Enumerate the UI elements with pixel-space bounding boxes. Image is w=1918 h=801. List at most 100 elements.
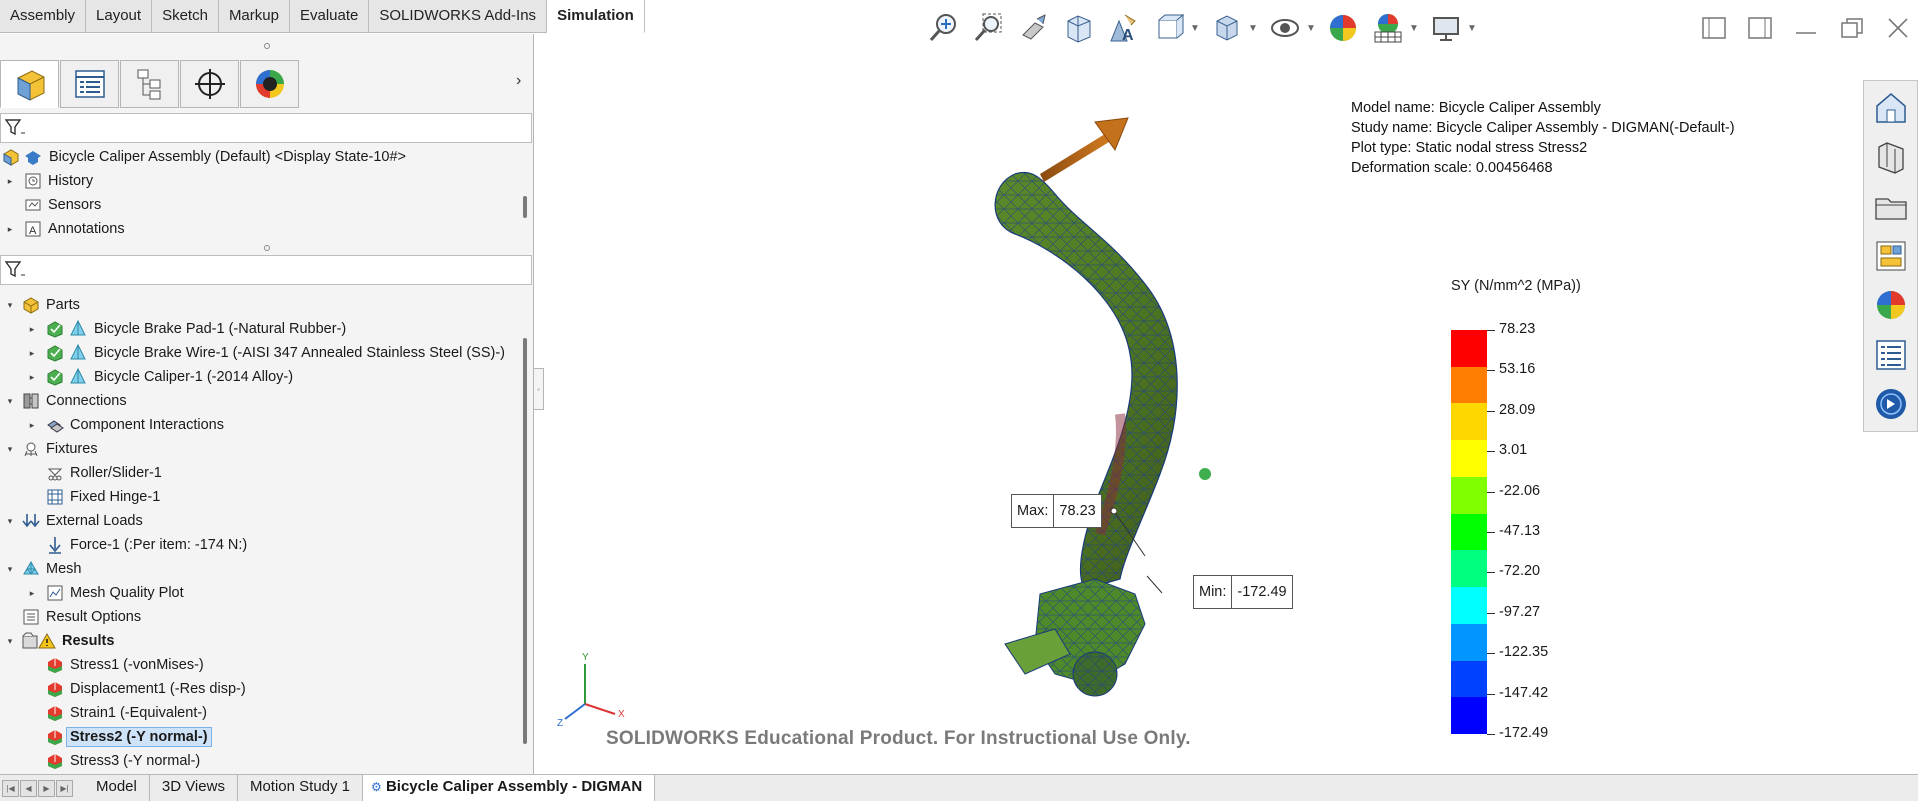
tree-node-fixed-hinge[interactable]: Fixed Hinge-1 [0,485,520,509]
panel-splitter-middle[interactable] [0,242,534,254]
tree-node-annotations[interactable]: ▸ A Annotations [0,217,520,241]
next-tab-icon[interactable]: ▶ [38,779,55,797]
sensors-icon [24,196,42,214]
collapse-arrow-icon[interactable]: ▾ [5,300,15,310]
tree-node-results[interactable]: ▾ Results [0,629,520,653]
panel-splitter-top[interactable] [0,40,534,52]
filter-icon[interactable] [4,260,27,281]
max-probe[interactable]: Max: 78.23 [1011,494,1102,528]
expand-arrow-icon[interactable]: ▸ [5,176,15,186]
collapse-arrow-icon[interactable]: ▾ [5,396,15,406]
legend-tick [1487,532,1495,533]
solidworks-forum-icon[interactable] [1869,382,1913,427]
tree-node-brake-wire[interactable]: ▸ Bicycle Brake Wire-1 (-AISI 347 Anneal… [0,341,520,365]
configuration-manager-icon[interactable] [120,60,179,108]
legend-tick [1487,612,1495,614]
force-arrow-icon [46,536,64,554]
result-options-icon [22,608,40,626]
collapse-arrow-icon[interactable]: ▾ [5,516,15,526]
legend-value-label: 28.09 [1499,401,1536,418]
tab-model[interactable]: Model [84,775,150,801]
expand-arrow-icon[interactable]: ▸ [27,588,37,598]
expand-arrow-icon[interactable]: ▸ [5,224,15,234]
material-check-icon [46,320,64,338]
min-probe[interactable]: Min: -172.49 [1193,575,1293,609]
tree-node-sensors[interactable]: Sensors [0,193,520,217]
tree-node-connections[interactable]: ▾ Connections [0,389,520,413]
tree-node-stress1[interactable]: Stress1 (-vonMises-) [0,653,520,677]
tree-node-external-loads[interactable]: ▾ External Loads [0,509,520,533]
svg-text:Y: Y [582,652,589,663]
tab-simulation-study[interactable]: ⚙ Bicycle Caliper Assembly - DIGMAN [363,775,656,801]
custom-properties-icon[interactable] [1869,332,1913,377]
collapse-arrow-icon[interactable]: ▾ [5,444,15,454]
feature-manager-tree-icon[interactable] [0,60,59,108]
tab-scroll-arrows: |◀ ◀ ▶ ▶| [2,779,74,797]
tree-node-result-options[interactable]: Result Options [0,605,520,629]
tree-node-mesh-quality-plot[interactable]: ▸ Mesh Quality Plot [0,581,520,605]
legend-band [1451,550,1487,588]
tab-3d-views[interactable]: 3D Views [150,775,238,801]
property-manager-icon[interactable] [60,60,119,108]
stress-color-legend[interactable] [1451,330,1487,735]
tree-node-stress3[interactable]: Stress3 (-Y normal-) [0,749,520,773]
expand-arrow-icon[interactable]: ▸ [27,324,37,334]
expand-panel-chevron-icon[interactable]: › [516,72,521,90]
view-palette-icon[interactable] [1869,233,1913,278]
tree-node-mesh[interactable]: ▾ Mesh [0,557,520,581]
first-tab-icon[interactable]: |◀ [2,779,19,797]
close-icon[interactable] [1878,8,1918,48]
tree-node-force[interactable]: Force-1 (:Per item: -174 N:) [0,533,520,557]
tab-sketch[interactable]: Sketch [152,0,219,33]
tab-layout[interactable]: Layout [86,0,153,33]
legend-value-label: -122.35 [1499,644,1549,661]
svg-text:X: X [618,709,625,720]
legend-band [1451,513,1487,551]
tab-solidworks-add-ins[interactable]: SOLIDWORKS Add-Ins [369,0,548,33]
legend-tick [1487,330,1495,331]
solidworks-resources-icon[interactable] [1869,85,1913,130]
appearances-icon[interactable] [1869,283,1913,328]
filter-icon[interactable] [4,118,27,139]
expand-arrow-icon[interactable]: ▸ [27,372,37,382]
caliper-arm-mesh [994,171,1211,697]
model-name: Model name: Bicycle Caliper Assembly [1351,100,1601,116]
material-check-icon [46,344,64,362]
collapse-arrow-icon[interactable]: ▾ [5,564,15,574]
roller-slider-icon [46,464,64,482]
expand-arrow-icon[interactable]: ▸ [27,420,37,430]
expand-arrow-icon[interactable]: ▸ [27,348,37,358]
tree-node-history[interactable]: ▸ History [0,169,520,193]
tab-motion-study-1[interactable]: Motion Study 1 [238,775,364,801]
file-explorer-icon[interactable] [1869,184,1913,229]
legend-tick [1487,693,1495,695]
legend-value-label: -172.49 [1499,725,1549,741]
tree-node-strain1[interactable]: Strain1 (-Equivalent-) [0,701,520,725]
last-tab-icon[interactable]: ▶| [56,779,73,797]
tab-evaluate[interactable]: Evaluate [290,0,370,33]
legend-band [1451,366,1487,404]
tree-node-caliper[interactable]: ▸ Bicycle Caliper-1 (-2014 Alloy-) [0,365,520,389]
tree-node-displacement1[interactable]: Displacement1 (-Res disp-) [0,677,520,701]
fixtures-icon [22,440,40,458]
filter-box-top[interactable] [0,113,532,143]
tree-node-fixtures[interactable]: ▾ Fixtures [0,437,520,461]
design-library-icon[interactable] [1869,134,1913,179]
tree-node-brake-pad[interactable]: ▸ Bicycle Brake Pad-1 (-Natural Rubber-) [0,317,520,341]
tree-node-assembly-root[interactable]: Bicycle Caliper Assembly (Default) <Disp… [0,145,520,169]
history-icon [24,172,42,190]
collapse-arrow-icon[interactable]: ▾ [5,636,15,646]
tree-node-stress2[interactable]: Stress2 (-Y normal-) [0,725,520,749]
tree-node-parts[interactable]: ▾ Parts [0,293,520,317]
tree-node-component-interactions[interactable]: ▸ Component Interactions [0,413,520,437]
dimxpert-manager-icon[interactable] [180,60,239,108]
tab-simulation[interactable]: Simulation [547,0,645,33]
tree-top-scrollbar[interactable] [523,196,527,218]
previous-tab-icon[interactable]: ◀ [20,779,37,797]
filter-box-study[interactable] [0,255,532,285]
study-tree-scrollbar[interactable] [523,338,527,744]
tab-assembly[interactable]: Assembly [0,0,87,33]
tree-node-roller-slider[interactable]: Roller/Slider-1 [0,461,520,485]
display-manager-icon[interactable] [240,60,299,108]
tab-markup[interactable]: Markup [219,0,290,33]
